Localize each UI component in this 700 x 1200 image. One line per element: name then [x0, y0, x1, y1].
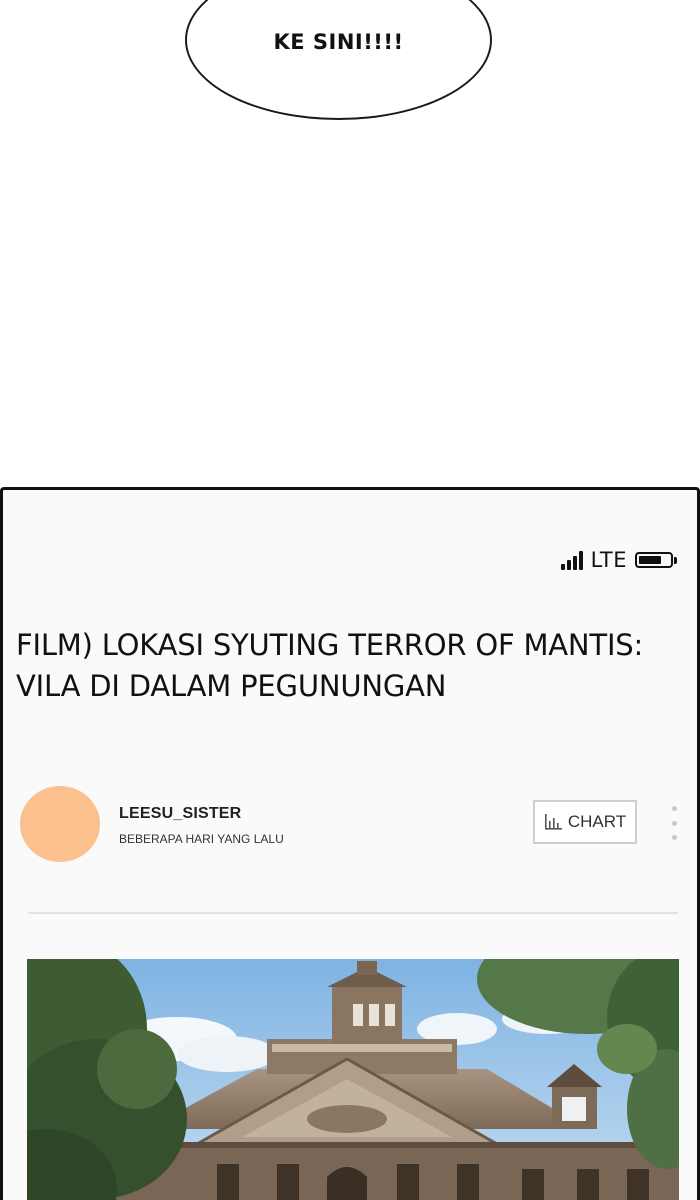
- author-name[interactable]: LEESU_SISTER: [119, 805, 241, 823]
- status-bar: LTE: [560, 548, 677, 572]
- post-image[interactable]: [27, 959, 679, 1200]
- battery-icon: [635, 552, 677, 568]
- divider: [28, 912, 678, 914]
- signal-icon: [560, 550, 583, 570]
- phone-screen: LTE FILM) LOKASI SYUTING TERROR OF MANTI…: [0, 487, 700, 1200]
- chart-button-label: CHART: [567, 812, 627, 831]
- speech-bubble: KE SINI!!!!: [185, 0, 492, 120]
- avatar[interactable]: [20, 786, 100, 862]
- speech-bubble-text: KE SINI!!!!: [273, 30, 404, 54]
- network-label: LTE: [590, 548, 627, 572]
- post-time: BEBERAPA HARI YANG LALU: [119, 832, 284, 846]
- chart-icon: [544, 814, 562, 830]
- post-title: FILM) LOKASI SYUTING TERROR OF MANTIS: V…: [16, 628, 644, 703]
- more-options-icon[interactable]: [669, 806, 679, 840]
- chart-button[interactable]: CHART: [533, 800, 637, 844]
